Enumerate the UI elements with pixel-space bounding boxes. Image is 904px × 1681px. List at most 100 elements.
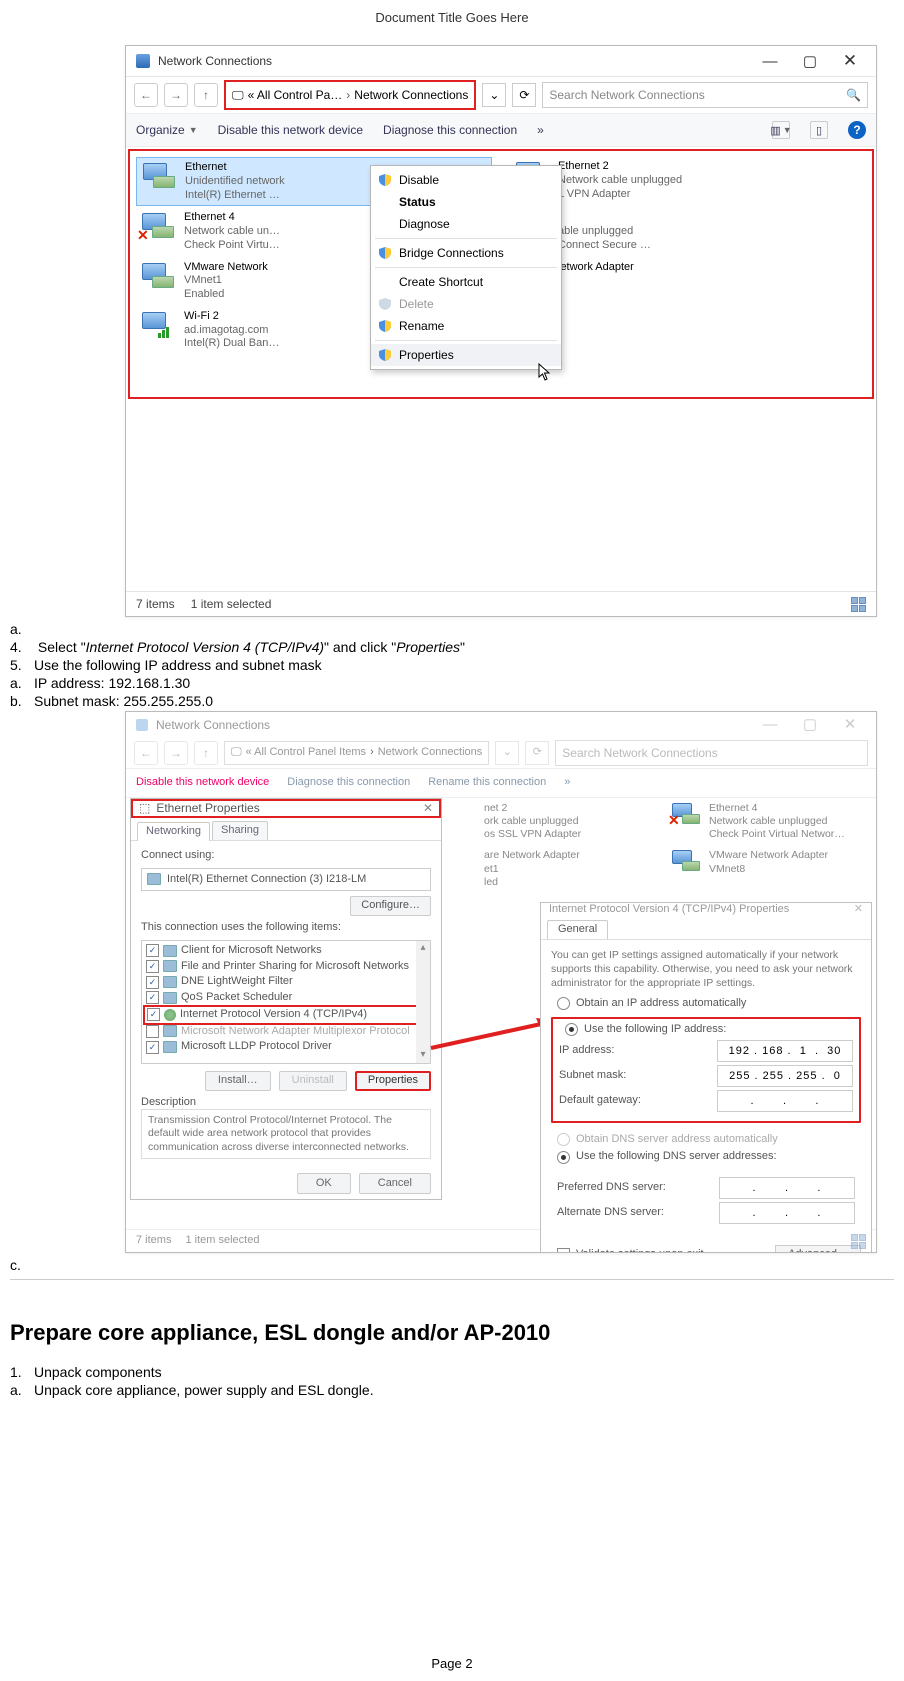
nav-forward-button[interactable]: →: [164, 83, 188, 107]
default-gateway-field: Default gateway:: [559, 1090, 853, 1112]
adapter-ethernet-2[interactable]: Ethernet 2 Network cable unplugged L VPN…: [510, 157, 866, 206]
nav-back-button[interactable]: ←: [134, 83, 158, 107]
properties-button[interactable]: Properties: [355, 1071, 431, 1091]
window-close-button[interactable]: ✕: [830, 47, 870, 75]
adapter-device: Connect Secure …: [558, 239, 651, 253]
breadcrumb-segment[interactable]: « All Control Pa…: [248, 88, 343, 102]
window-maximize-button[interactable]: ▢: [790, 711, 830, 739]
default-gateway-input[interactable]: [717, 1090, 853, 1112]
disable-device-button[interactable]: Disable this network device: [136, 776, 269, 790]
checkbox-icon[interactable]: ✓: [146, 991, 159, 1004]
ok-button[interactable]: OK: [297, 1173, 351, 1195]
radio-label: Obtain an IP address automatically: [576, 997, 746, 1011]
adapter-partial-right-1[interactable]: able unplugged Connect Secure …: [510, 208, 866, 255]
step-4: 4. Select "Internet Protocol Version 4 (…: [10, 639, 894, 655]
organize-menu[interactable]: Organize ▼: [136, 123, 198, 137]
address-breadcrumb[interactable]: 🖵 « All Control Panel Items › Network Co…: [224, 741, 489, 765]
ethernet-adapter-icon: [141, 161, 177, 191]
tab-networking[interactable]: Networking: [137, 822, 210, 841]
checkbox-icon[interactable]: ✓: [147, 1008, 160, 1021]
toolbar-more-button[interactable]: »: [537, 123, 544, 137]
radio-use-following-ip[interactable]: Use the following IP address:: [559, 1023, 853, 1037]
address-breadcrumb[interactable]: 🖵 « All Control Pa… › Network Connection…: [224, 80, 476, 110]
refresh-button[interactable]: ⟳: [512, 83, 536, 107]
radio-label: Use the following DNS server addresses:: [576, 1150, 777, 1164]
window-close-button[interactable]: ✕: [830, 711, 870, 739]
search-input[interactable]: Search Network Connections 🔍: [542, 82, 868, 108]
cancel-button[interactable]: Cancel: [359, 1173, 431, 1195]
breadcrumb-segment[interactable]: Network Connections: [378, 746, 483, 760]
step-marker-a: a.: [10, 621, 894, 637]
alternate-dns-input[interactable]: [719, 1202, 855, 1224]
step-5b: b.Subnet mask: 255.255.255.0: [10, 693, 894, 709]
validate-settings-row[interactable]: Validate settings upon exit Advanced…: [551, 1241, 861, 1253]
list-item[interactable]: ✓QoS Packet Scheduler: [144, 990, 428, 1006]
preferred-dns-input[interactable]: [719, 1177, 855, 1199]
tab-sharing[interactable]: Sharing: [212, 821, 268, 840]
checkbox-icon[interactable]: [557, 1248, 570, 1253]
tab-general[interactable]: General: [547, 920, 608, 939]
nav-forward-button[interactable]: →: [164, 741, 188, 765]
list-item[interactable]: Microsoft Network Adapter Multiplexor Pr…: [144, 1024, 428, 1040]
install-button[interactable]: Install…: [205, 1071, 271, 1091]
configure-button[interactable]: Configure…: [350, 896, 431, 916]
checkbox-icon[interactable]: ✓: [146, 944, 159, 957]
view-options-button[interactable]: ▥▼: [772, 121, 790, 139]
subnet-mask-input[interactable]: [717, 1065, 853, 1087]
address-dropdown-button[interactable]: ⌄: [482, 83, 506, 107]
nav-up-button[interactable]: ↑: [194, 83, 218, 107]
list-item-ipv4[interactable]: ✓Internet Protocol Version 4 (TCP/IPv4): [143, 1005, 429, 1025]
search-input[interactable]: Search Network Connections: [555, 740, 868, 766]
rename-connection-button[interactable]: Rename this connection: [428, 776, 546, 790]
window-titlebar: Network Connections — ▢ ✕: [126, 712, 876, 738]
help-icon[interactable]: ?: [848, 121, 866, 139]
refresh-button[interactable]: ⟳: [525, 741, 549, 765]
view-tiles-icon[interactable]: [851, 597, 866, 612]
window-minimize-button[interactable]: —: [750, 47, 790, 75]
dialog-close-button[interactable]: ✕: [423, 801, 433, 816]
dialog-close-button[interactable]: ✕: [854, 903, 863, 917]
adapter-vmnet8: VMware Network Adapter VMnet8: [669, 847, 874, 890]
breadcrumb-segment[interactable]: « All Control Panel Items: [246, 746, 366, 760]
diagnose-connection-button[interactable]: Diagnose this connection: [287, 776, 410, 790]
ctx-diagnose[interactable]: Diagnose: [371, 213, 561, 235]
adapter-device: L VPN Adapter: [558, 188, 682, 202]
list-item[interactable]: ✓Microsoft LLDP Protocol Driver: [144, 1039, 428, 1055]
alternate-dns-label: Alternate DNS server:: [557, 1206, 719, 1220]
list-item[interactable]: ✓Client for Microsoft Networks: [144, 943, 428, 959]
toolbar-more-button[interactable]: »: [564, 776, 570, 790]
ctx-status[interactable]: Status: [371, 191, 561, 213]
explorer-toolbar: Disable this network device Diagnose thi…: [126, 768, 876, 798]
diagnose-connection-button[interactable]: Diagnose this connection: [383, 123, 517, 137]
ctx-disable[interactable]: Disable: [371, 169, 561, 191]
window-maximize-button[interactable]: ▢: [790, 47, 830, 75]
window-minimize-button[interactable]: —: [750, 711, 790, 739]
ctx-create-shortcut[interactable]: Create Shortcut: [371, 271, 561, 293]
ctx-properties[interactable]: Properties: [371, 344, 561, 366]
list-item[interactable]: ✓File and Printer Sharing for Microsoft …: [144, 959, 428, 975]
address-dropdown-button[interactable]: ⌄: [495, 741, 519, 765]
breadcrumb-segment[interactable]: Network Connections: [354, 88, 468, 102]
advanced-button[interactable]: Advanced…: [775, 1245, 861, 1253]
ctx-bridge[interactable]: Bridge Connections: [371, 242, 561, 264]
dialog-tabs: Networking Sharing: [131, 818, 441, 841]
view-tiles-icon[interactable]: [851, 1234, 866, 1249]
dialog-titlebar: Internet Protocol Version 4 (TCP/IPv4) P…: [541, 903, 871, 917]
checkbox-icon[interactable]: ✓: [146, 960, 159, 973]
ctx-rename[interactable]: Rename: [371, 315, 561, 337]
radio-obtain-ip-auto[interactable]: Obtain an IP address automatically: [551, 997, 861, 1011]
radio-use-following-dns[interactable]: Use the following DNS server addresses:: [551, 1150, 861, 1164]
checkbox-icon[interactable]: [146, 1025, 159, 1038]
checkbox-icon[interactable]: ✓: [146, 1041, 159, 1054]
adapter-partial-right-2[interactable]: letwork Adapter: [510, 258, 866, 305]
disable-device-button[interactable]: Disable this network device: [218, 123, 363, 137]
window-titlebar: Network Connections — ▢ ✕: [126, 46, 876, 77]
nav-back-button[interactable]: ←: [134, 741, 158, 765]
connection-items-list[interactable]: ▴▾ ✓Client for Microsoft Networks ✓File …: [141, 940, 431, 1064]
checkbox-icon[interactable]: ✓: [146, 976, 159, 989]
preview-pane-button[interactable]: ▯: [810, 121, 828, 139]
nav-up-button[interactable]: ↑: [194, 741, 218, 765]
ethernet-properties-dialog: ⬚ Ethernet Properties ✕ Networking Shari…: [130, 798, 442, 1200]
ip-address-input[interactable]: [717, 1040, 853, 1062]
list-item[interactable]: ✓DNE LightWeight Filter: [144, 974, 428, 990]
